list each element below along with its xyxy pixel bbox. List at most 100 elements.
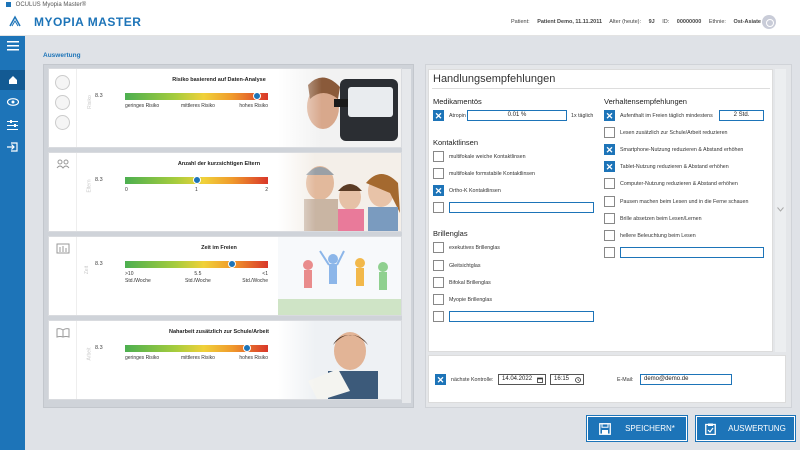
atropin-label: Atropin [449,113,466,119]
spectacle-lens-label: Gleitsichtglas [449,263,481,269]
contact-lens-checkbox[interactable]: ✕ [433,185,444,196]
group-title-contact-lenses: Kontaktlinsen [433,138,479,147]
behavior-checkbox[interactable]: ✕ [604,161,615,172]
section-title: Auswertung [43,52,81,59]
calendar-icon[interactable] [537,377,543,383]
group-title-behavior: Verhaltensempfehlungen [604,97,687,106]
risk-slider-knob[interactable] [252,92,261,100]
behavior-label: hellere Beleuchtung beim Lesen [620,233,696,239]
behavior-checkbox[interactable] [604,127,615,138]
behavior-custom-field[interactable] [620,247,764,258]
family-photo [278,153,401,231]
logout-icon[interactable] [0,137,25,157]
contact-lens-checkbox[interactable] [433,168,444,179]
recommendation-scrollbar[interactable] [775,69,786,352]
risk-eye-icon[interactable] [55,95,70,110]
contact-lens-custom-checkbox[interactable] [433,202,444,213]
behavior-checkbox[interactable] [604,213,615,224]
spectacle-lens-checkbox[interactable] [433,277,444,288]
behavior-label: Lesen zusätzlich zur Schule/Arbeit reduz… [620,130,728,136]
spectacle-lens-label: exekutives Brillenglas [449,245,500,251]
risk-row-outdoor: Zeit Zeit im Freien 8.3 >10 Std./Woche 5… [48,236,402,316]
patient-age: 9J [648,19,655,25]
outdoor-hours-field[interactable]: 2 Std. [719,110,764,121]
device-status-icon[interactable] [762,15,776,29]
email-label: E-Mail: [617,377,634,383]
row-value: 8.3 [95,177,103,183]
clock-icon[interactable] [575,377,581,383]
behavior-label: Aufenthalt im Freien täglich mindestens [620,113,713,119]
followup-date-field[interactable]: 14.04.2022 [498,374,546,385]
row-side-label: Zeit [84,265,91,275]
risk-gradient-bar [125,92,268,100]
behavior-custom-checkbox[interactable] [604,247,615,258]
risk-panel: Risiko Risiko basierend auf Daten-Analys… [43,64,414,408]
patient-info: Patient: Patient Demo, 11.11.2011 Alter … [511,19,761,25]
eye-icon[interactable] [0,92,25,112]
contact-lens-label: multifokale weiche Kontaktlinsen [449,154,526,160]
contact-lens-custom-field[interactable] [449,202,594,213]
group-title-spectacle-lenses: Brillenglas [433,229,468,238]
behavior-checkbox[interactable] [604,196,615,207]
row-side-label: Risiko [86,95,93,109]
patient-name: Patient Demo, 11.11.2011 [537,19,603,25]
behavior-checkbox[interactable]: ✕ [604,144,615,155]
behavior-label: Tablet-Nutzung reduzieren & Abstand erhö… [620,164,729,170]
risk-eye-icon[interactable] [55,115,70,130]
window-title: OCULUS Myopia Master® [15,2,87,8]
patient-ethnicity: Ost-Asiate [733,19,761,25]
app-header: MYOPIA MASTER Patient: Patient Demo, 11.… [0,10,800,36]
window-titlebar: OCULUS Myopia Master® [0,0,800,10]
parents-icon [56,159,70,169]
menu-icon[interactable] [0,36,25,56]
children-outdoor-photo [278,237,401,315]
child-reading-photo [278,321,401,399]
spectacle-lens-custom-field[interactable] [449,311,594,322]
followup-time-field[interactable]: 16:15 [550,374,584,385]
sliders-icon[interactable] [0,115,25,135]
contact-lens-label: Ortho-K Kontaktlinsen [449,188,501,194]
row-value: 8.3 [95,261,103,267]
outdoor-icon [56,243,70,254]
save-icon [599,422,611,435]
app-title: MYOPIA MASTER [34,15,142,29]
risk-eye-icon[interactable] [55,75,70,90]
divider [432,88,770,89]
behavior-checkbox[interactable]: ✕ [604,110,615,121]
behavior-label: Computer-Nutzung reduzieren & Abstand er… [620,181,738,187]
followup-checkbox[interactable]: ✕ [435,374,446,385]
behavior-checkbox[interactable] [604,178,615,189]
recommendations-title: Handlungsempfehlungen [433,73,556,85]
app-logo-icon [6,1,11,7]
contact-lens-label: multifokale formstabile Kontaktlinsen [449,171,535,177]
risk-slider-knob[interactable] [192,176,201,184]
followup-label: nächste Kontrolle: [451,377,494,383]
spectacle-lens-checkbox[interactable] [433,242,444,253]
spectacle-lens-label: Myopie Brillenglas [449,297,492,303]
row-side-label: Eltern [86,179,93,193]
home-icon[interactable] [0,70,25,90]
behavior-checkbox[interactable] [604,230,615,241]
email-field[interactable]: demo@demo.de [640,374,732,385]
atropin-dose-field[interactable]: 0.01 % [467,110,567,121]
patient-id: 00000000 [676,19,702,25]
risk-slider-knob[interactable] [228,260,237,268]
chevron-down-icon [777,207,784,212]
clipboard-icon [705,423,717,435]
brand-icon [9,15,21,27]
row-value: 8.3 [95,345,103,351]
risk-gradient-bar [125,344,268,352]
risk-slider-knob[interactable] [242,344,251,352]
spectacle-lens-custom-checkbox[interactable] [433,311,444,322]
behavior-label: Pausen machen beim Lesen und in die Fern… [620,199,749,205]
atropin-checkbox[interactable]: ✕ [433,110,444,121]
risk-gradient-bar [125,260,268,268]
save-button[interactable]: SPEICHERN* [587,416,687,441]
row-value: 8.3 [95,93,103,99]
risk-panel-scrollbar[interactable] [402,69,411,403]
risk-gradient-bar [125,176,268,184]
spectacle-lens-checkbox[interactable] [433,260,444,271]
contact-lens-checkbox[interactable] [433,151,444,162]
spectacle-lens-checkbox[interactable] [433,294,444,305]
report-button[interactable]: AUSWERTUNG [696,416,795,441]
